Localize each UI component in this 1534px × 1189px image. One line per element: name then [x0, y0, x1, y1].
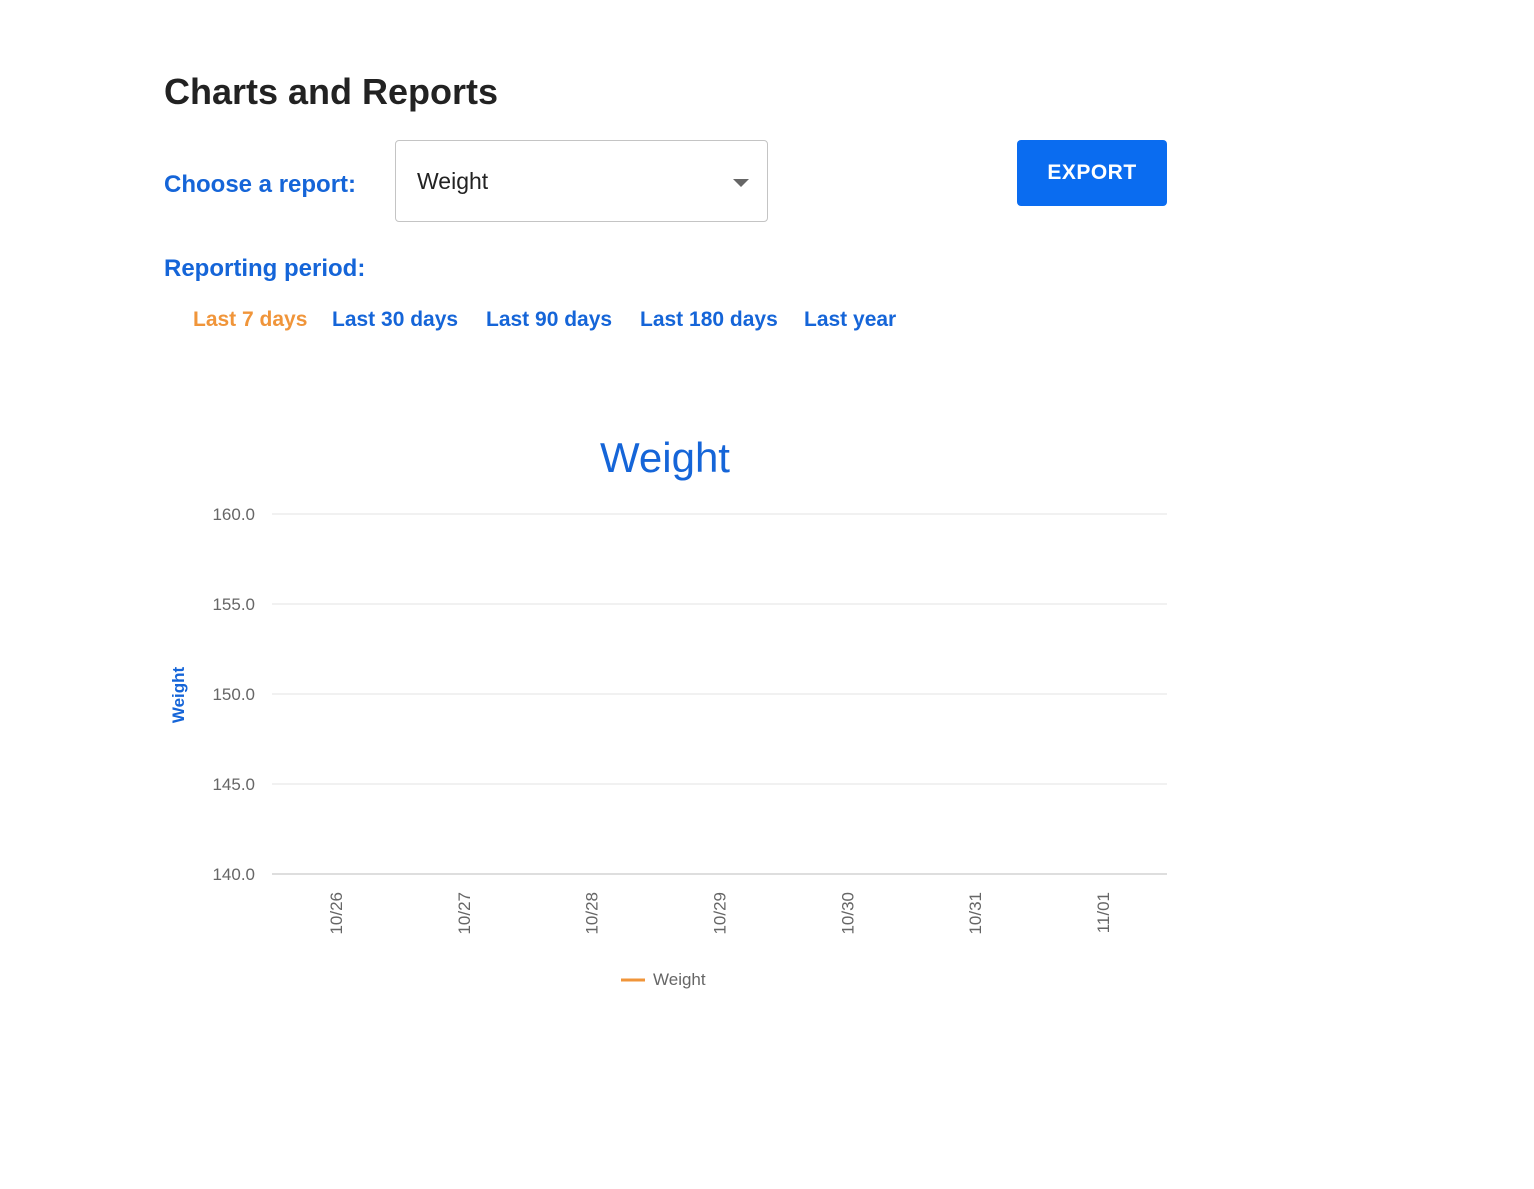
- x-tick-label: 10/27: [455, 892, 474, 935]
- weight-chart: Weight Weight 160.0155.0150.0145.0140.0 …: [169, 434, 1167, 989]
- x-tick-label: 10/29: [711, 892, 730, 935]
- x-tick-label: 10/30: [838, 892, 857, 935]
- y-axis-label: Weight: [169, 666, 188, 723]
- y-tick-label: 160.0: [212, 505, 255, 524]
- x-tick-label: 10/26: [327, 892, 346, 935]
- legend-label: Weight: [653, 970, 706, 989]
- y-tick-label: 145.0: [212, 775, 255, 794]
- grid-lines: [272, 513, 1167, 875]
- y-tick-label: 140.0: [212, 865, 255, 884]
- x-tick-label: 11/01: [1094, 892, 1113, 933]
- x-axis-ticks: 10/26 10/27 10/28 10/29 10/30 10/31 11/01: [327, 892, 1113, 935]
- y-tick-label: 155.0: [212, 595, 255, 614]
- y-tick-label: 150.0: [212, 685, 255, 704]
- chart-legend: Weight: [621, 970, 706, 989]
- chart-title: Weight: [600, 434, 730, 481]
- x-tick-label: 10/28: [583, 892, 602, 935]
- x-tick-label: 10/31: [966, 892, 985, 935]
- y-axis-ticks: 160.0 155.0 150.0 145.0 140.0: [212, 505, 255, 884]
